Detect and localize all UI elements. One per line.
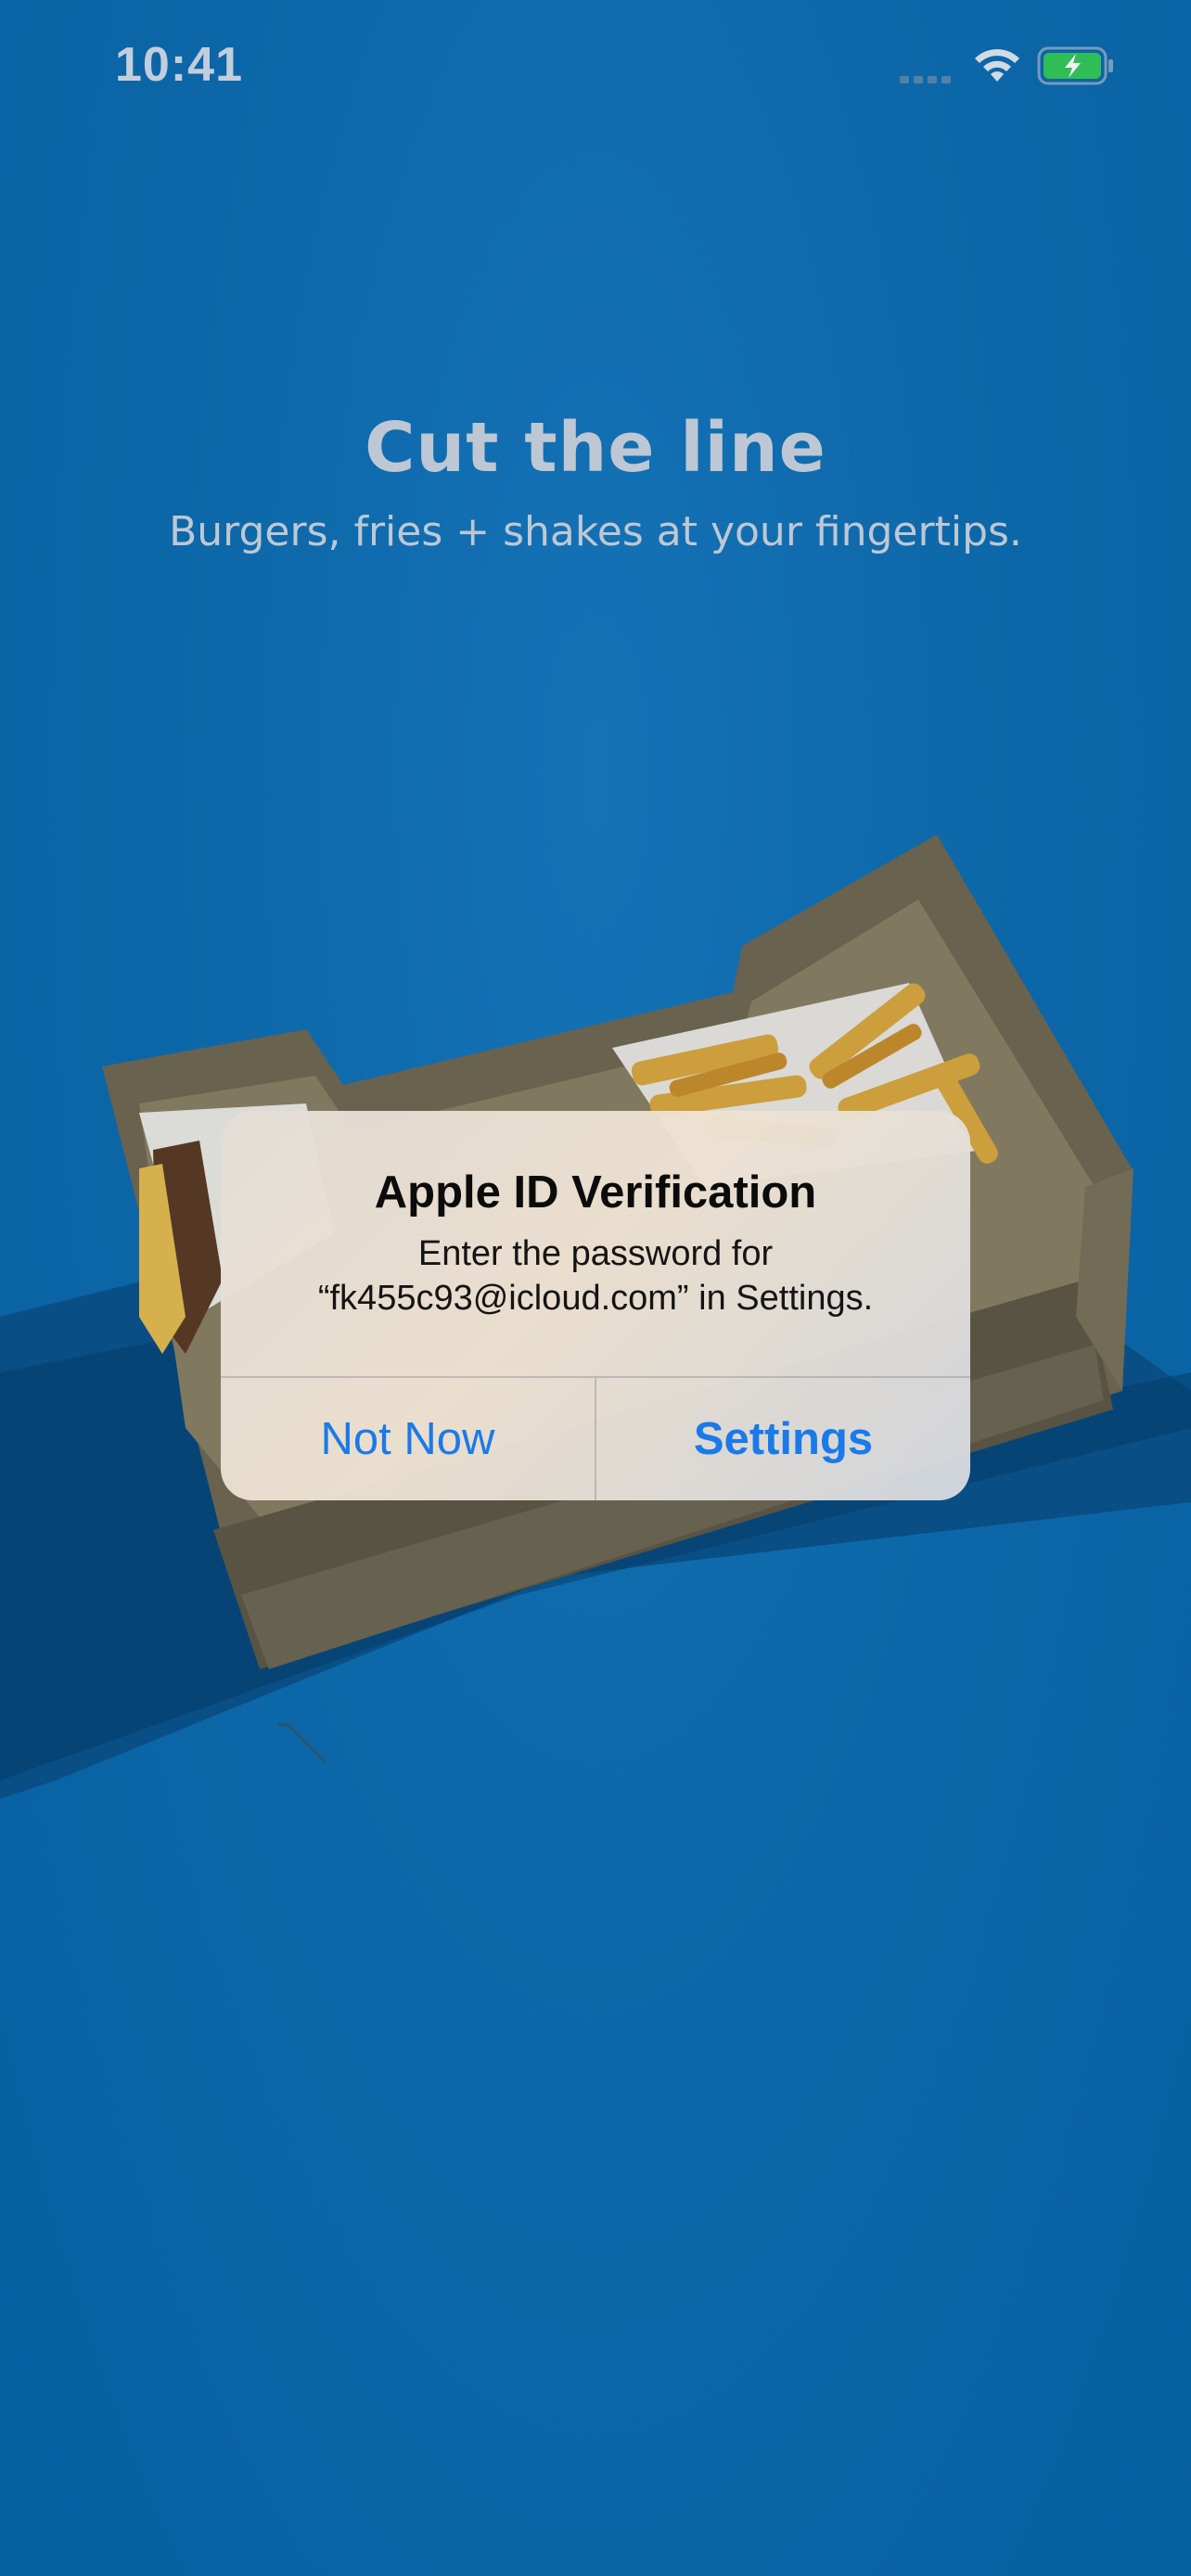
alert-message: Enter the password for “fk455c93@icloud.… xyxy=(239,1231,952,1320)
screen: 10:41 Cut the line Burgers, fries + shak… xyxy=(0,0,1191,2576)
alert-title: Apple ID Verification xyxy=(374,1167,817,1218)
not-now-button[interactable]: Not Now xyxy=(221,1378,595,1500)
alert-message-line-1: Enter the password for xyxy=(417,1234,774,1273)
alert-message-line-2: “fk455c93@icloud.com” in Settings. xyxy=(317,1279,874,1318)
apple-id-alert: Apple ID Verification Enter the password… xyxy=(221,1111,970,1500)
settings-button[interactable]: Settings xyxy=(596,1378,970,1500)
